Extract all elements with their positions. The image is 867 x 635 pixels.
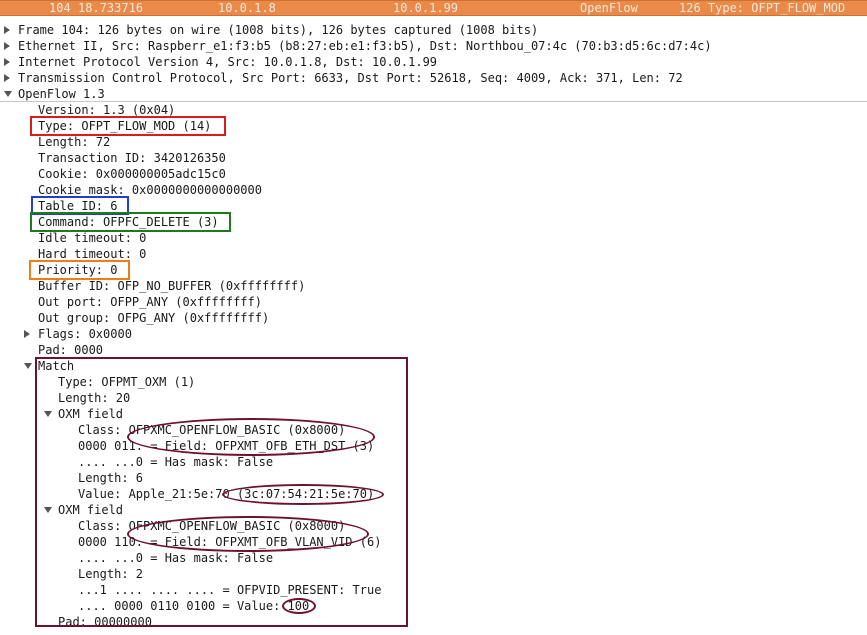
tree-ip[interactable]: Internet Protocol Version 4, Src: 10.0.1… xyxy=(18,54,437,70)
packet-list-selected-row[interactable]: 104 18.733716 10.0.1.8 10.0.1.99 OpenFlo… xyxy=(0,0,867,16)
of-idle-timeout[interactable]: Idle timeout: 0 xyxy=(38,230,146,246)
expand-arrow-icon[interactable] xyxy=(4,26,10,34)
of-out-port[interactable]: Out port: OFPP_ANY (0xffffffff) xyxy=(38,294,262,310)
tree-tcp[interactable]: Transmission Control Protocol, Src Port:… xyxy=(18,70,683,86)
collapse-arrow-icon[interactable] xyxy=(4,91,12,97)
collapse-arrow-icon[interactable] xyxy=(24,363,32,369)
vlan-value-ellipse xyxy=(282,598,316,614)
packet-info: 126 Type: OFPT_FLOW_MOD xyxy=(679,1,846,15)
of-pad[interactable]: Pad: 0000 xyxy=(38,342,103,358)
mac-ellipse xyxy=(222,484,384,505)
packet-time: 18.733716 xyxy=(78,1,144,15)
command-highlight-box xyxy=(30,212,231,232)
of-out-group[interactable]: Out group: OFPG_ANY (0xffffffff) xyxy=(38,310,269,326)
packet-no: 104 xyxy=(49,1,71,15)
expand-arrow-icon[interactable] xyxy=(24,330,30,338)
priority-highlight-box xyxy=(29,260,130,280)
packet-source: 10.0.1.8 xyxy=(218,1,276,15)
expand-arrow-icon[interactable] xyxy=(4,42,10,50)
expand-arrow-icon[interactable] xyxy=(4,74,10,82)
packet-protocol: OpenFlow xyxy=(580,1,638,15)
of-transaction-id[interactable]: Transaction ID: 3420126350 xyxy=(38,150,226,166)
expand-arrow-icon[interactable] xyxy=(4,58,10,66)
of-cookie[interactable]: Cookie: 0x000000005adc15c0 xyxy=(38,166,226,182)
of-buffer-id[interactable]: Buffer ID: OFP_NO_BUFFER (0xffffffff) xyxy=(38,278,305,294)
packet-destination: 10.0.1.99 xyxy=(393,1,459,15)
eth-dst-ellipse xyxy=(127,418,375,456)
tree-openflow[interactable]: OpenFlow 1.3 xyxy=(18,86,105,102)
of-flags[interactable]: Flags: 0x0000 xyxy=(38,326,132,342)
tree-frame[interactable]: Frame 104: 126 bytes on wire (1008 bits)… xyxy=(18,22,538,38)
of-length[interactable]: Length: 72 xyxy=(38,134,110,150)
vlan-vid-ellipse xyxy=(127,516,369,552)
tree-ethernet[interactable]: Ethernet II, Src: Raspberr_e1:f3:b5 (b8:… xyxy=(18,38,712,54)
type-highlight-box xyxy=(30,116,226,136)
